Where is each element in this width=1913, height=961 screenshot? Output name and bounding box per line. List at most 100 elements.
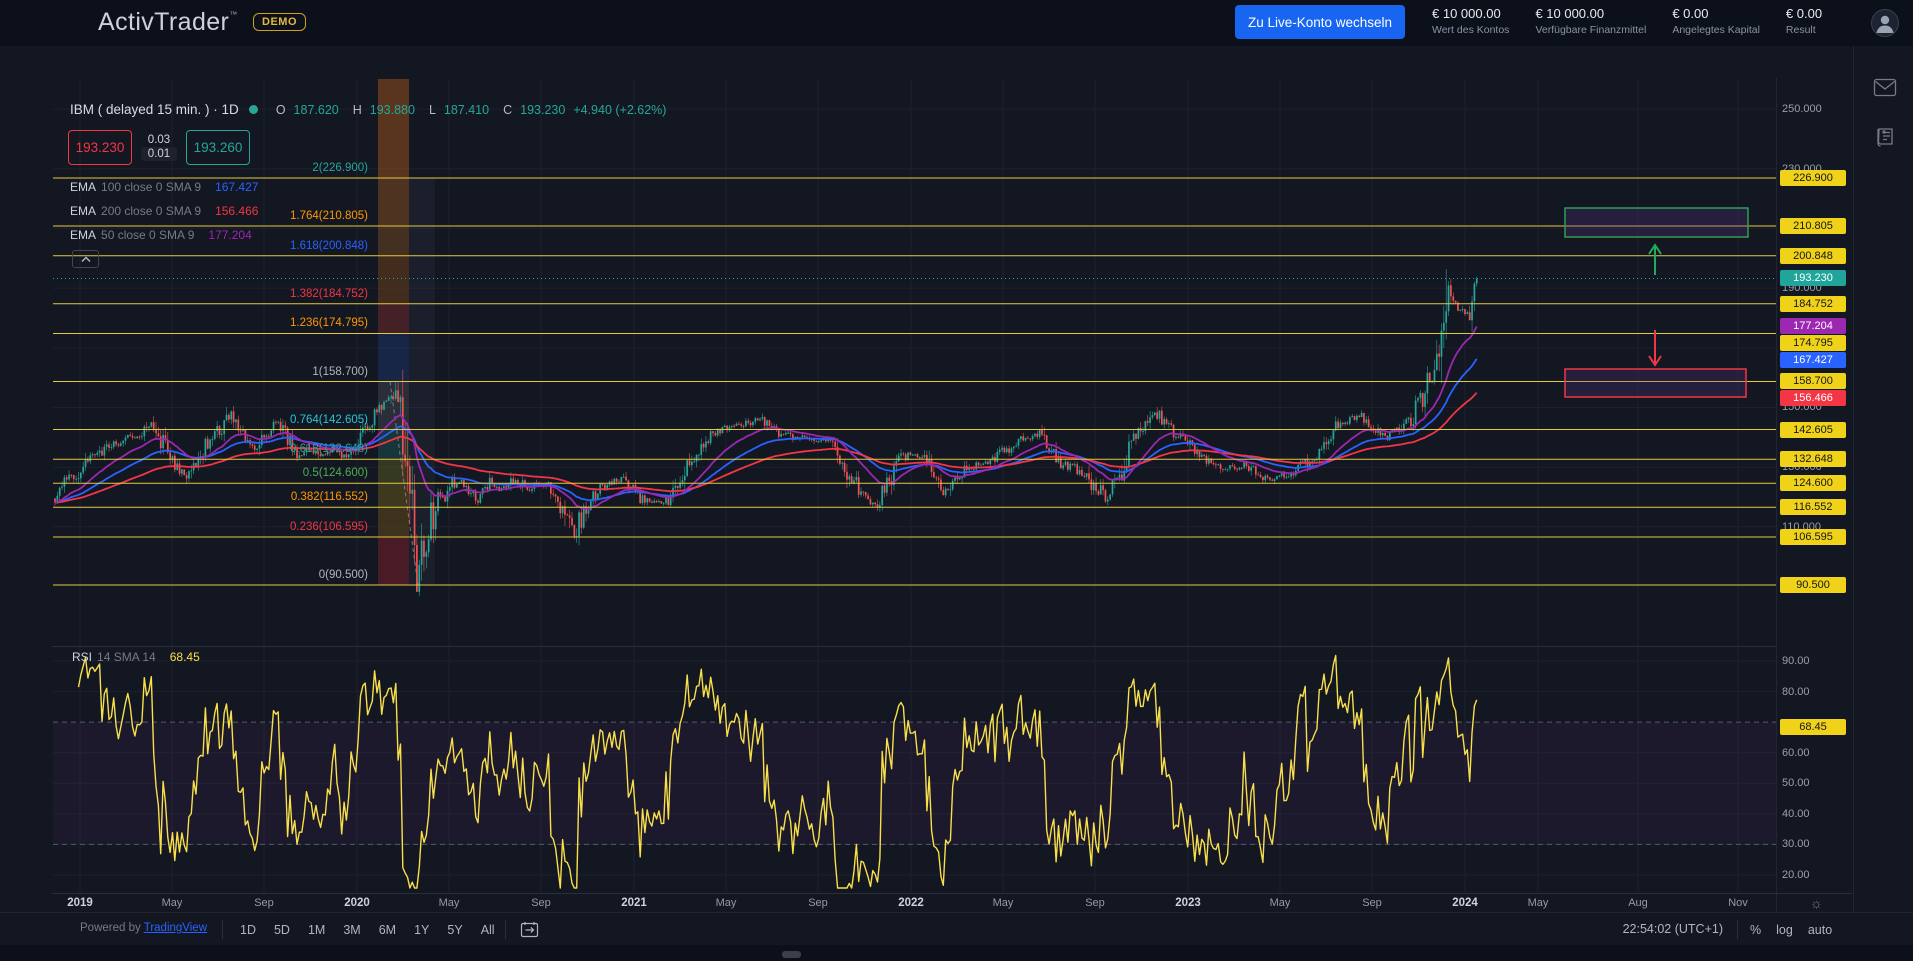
chevron-up-icon xyxy=(80,255,92,264)
time-tick: 2021 xyxy=(621,897,647,909)
time-tick: 2023 xyxy=(1175,897,1201,909)
go-to-date-icon[interactable] xyxy=(520,921,539,943)
spread-low: 0.01 xyxy=(141,147,177,161)
time-tick: Aug xyxy=(1628,897,1648,909)
rsi-params: 14 SMA 14 xyxy=(97,650,156,664)
price-axis-badge: 177.204 xyxy=(1780,318,1846,334)
ema-legend-row[interactable]: EMA100 close 0 SMA 9167.427 xyxy=(70,175,258,199)
news-icon[interactable] xyxy=(1873,126,1897,153)
time-axis-border xyxy=(52,893,1852,894)
time-tick: May xyxy=(716,897,737,909)
high-label: H xyxy=(353,103,362,117)
rsi-axis-label: 60.00 xyxy=(1782,747,1844,759)
time-tick: May xyxy=(1270,897,1291,909)
rsi-legend[interactable]: RSI 14 SMA 14 68.45 xyxy=(72,650,200,664)
sell-button[interactable]: 193.230 xyxy=(68,130,132,165)
time-tick: 2019 xyxy=(67,897,93,909)
price-axis-label: 250.000 xyxy=(1782,103,1844,115)
price-axis-badge: 90.500 xyxy=(1780,577,1846,593)
range-6m[interactable]: 6M xyxy=(379,923,396,937)
range-1y[interactable]: 1Y xyxy=(414,923,429,937)
scale-mode-buttons: % log auto xyxy=(1750,913,1832,946)
price-axis-badge: 124.600 xyxy=(1780,475,1846,491)
price-axis-badge: 158.700 xyxy=(1780,373,1846,389)
price-axis-badge: 200.848 xyxy=(1780,248,1846,264)
time-tick: Sep xyxy=(1085,897,1105,909)
fib-label: 1.764(210.805) xyxy=(150,210,368,222)
footer-divider xyxy=(505,920,506,939)
spread-high: 0.03 xyxy=(148,134,170,146)
ema-name: EMA xyxy=(70,180,96,194)
ema-name: EMA xyxy=(70,204,96,218)
log-scale-button[interactable]: log xyxy=(1776,923,1793,937)
fib-label: 0.618(132.648) xyxy=(150,443,368,455)
range-3m[interactable]: 3M xyxy=(343,923,360,937)
spread: 0.03 0.01 xyxy=(132,134,186,161)
price-axis-badge: 167.427 xyxy=(1780,352,1846,368)
price-axis-badge: 142.605 xyxy=(1780,422,1846,438)
footer-divider xyxy=(222,920,223,939)
price-axis-border xyxy=(1776,78,1777,912)
chart-footer: Powered by TradingView 1D5D1M3M6M1Y5YAll… xyxy=(0,912,1913,945)
rsi-axis-label: 20.00 xyxy=(1782,869,1844,881)
range-1d[interactable]: 1D xyxy=(240,923,256,937)
open-value: 187.620 xyxy=(294,103,339,117)
footer-divider xyxy=(1737,920,1738,939)
pane-separator[interactable] xyxy=(52,646,1776,647)
open-label: O xyxy=(276,103,286,117)
ema-params: 100 close 0 SMA 9 xyxy=(101,180,201,194)
date-range-buttons: 1D 5D 1M 3M 6M 1Y 5Y All xyxy=(240,913,495,946)
fib-label: 1.618(200.848) xyxy=(150,240,368,252)
buy-button[interactable]: 193.260 xyxy=(186,130,250,165)
auto-scale-button[interactable]: auto xyxy=(1808,923,1832,937)
time-tick: May xyxy=(1528,897,1549,909)
time-tick: Sep xyxy=(808,897,828,909)
time-tick: Sep xyxy=(1362,897,1382,909)
legend-collapse-button[interactable] xyxy=(72,250,99,268)
range-1m[interactable]: 1M xyxy=(308,923,325,937)
fib-label: 1(158.700) xyxy=(150,366,368,378)
range-all[interactable]: All xyxy=(481,923,495,937)
low-value: 187.410 xyxy=(444,103,489,117)
rsi-name: RSI xyxy=(72,650,92,664)
price-axis-badge: 132.648 xyxy=(1780,451,1846,467)
fib-label: 1.236(174.795) xyxy=(150,317,368,329)
range-5y[interactable]: 5Y xyxy=(447,923,462,937)
rsi-axis-badge: 68.45 xyxy=(1780,719,1846,735)
rsi-axis-label: 40.00 xyxy=(1782,808,1844,820)
rsi-axis-label: 90.00 xyxy=(1782,655,1844,667)
clock[interactable]: 22:54:02 (UTC+1) xyxy=(1580,922,1723,936)
fib-label: 0.5(124.600) xyxy=(150,467,368,479)
fib-label: 0(90.500) xyxy=(150,569,368,581)
time-tick: 2024 xyxy=(1452,897,1478,909)
fib-label: 0.382(116.552) xyxy=(150,491,368,503)
time-tick: 2020 xyxy=(344,897,370,909)
fib-label: 0.236(106.595) xyxy=(150,521,368,533)
range-5d[interactable]: 5D xyxy=(274,923,290,937)
fib-label: 1.382(184.752) xyxy=(150,288,368,300)
mail-icon[interactable] xyxy=(1873,78,1897,102)
market-status-dot xyxy=(249,105,258,114)
bottom-strip xyxy=(0,946,1913,961)
panel-drag-handle[interactable] xyxy=(782,951,801,958)
session-sun-icon[interactable]: ☼ xyxy=(1810,895,1823,911)
quote-panel: 193.230 0.03 0.01 193.260 xyxy=(68,130,250,165)
percent-scale-button[interactable]: % xyxy=(1750,923,1761,937)
time-tick: 2022 xyxy=(898,897,924,909)
time-tick: Sep xyxy=(531,897,551,909)
rsi-axis-label: 80.00 xyxy=(1782,686,1844,698)
change-value: +4.940 (+2.62%) xyxy=(573,103,666,117)
time-tick: Sep xyxy=(254,897,274,909)
time-tick: May xyxy=(439,897,460,909)
price-axis-badge: 210.805 xyxy=(1780,218,1846,234)
rsi-axis-label: 30.00 xyxy=(1782,838,1844,850)
price-axis-badge: 116.552 xyxy=(1780,499,1846,515)
price-axis-badge: 106.595 xyxy=(1780,529,1846,545)
fib-label: 2(226.900) xyxy=(150,162,368,174)
chart-canvas[interactable] xyxy=(0,0,1913,961)
price-axis-badge: 174.795 xyxy=(1780,335,1846,351)
symbol-legend[interactable]: IBM ( delayed 15 min. ) · 1D O187.620 H1… xyxy=(70,102,666,117)
tradingview-link[interactable]: TradingView xyxy=(144,922,207,934)
time-tick: May xyxy=(162,897,183,909)
price-axis-badge: 156.466 xyxy=(1780,390,1846,406)
